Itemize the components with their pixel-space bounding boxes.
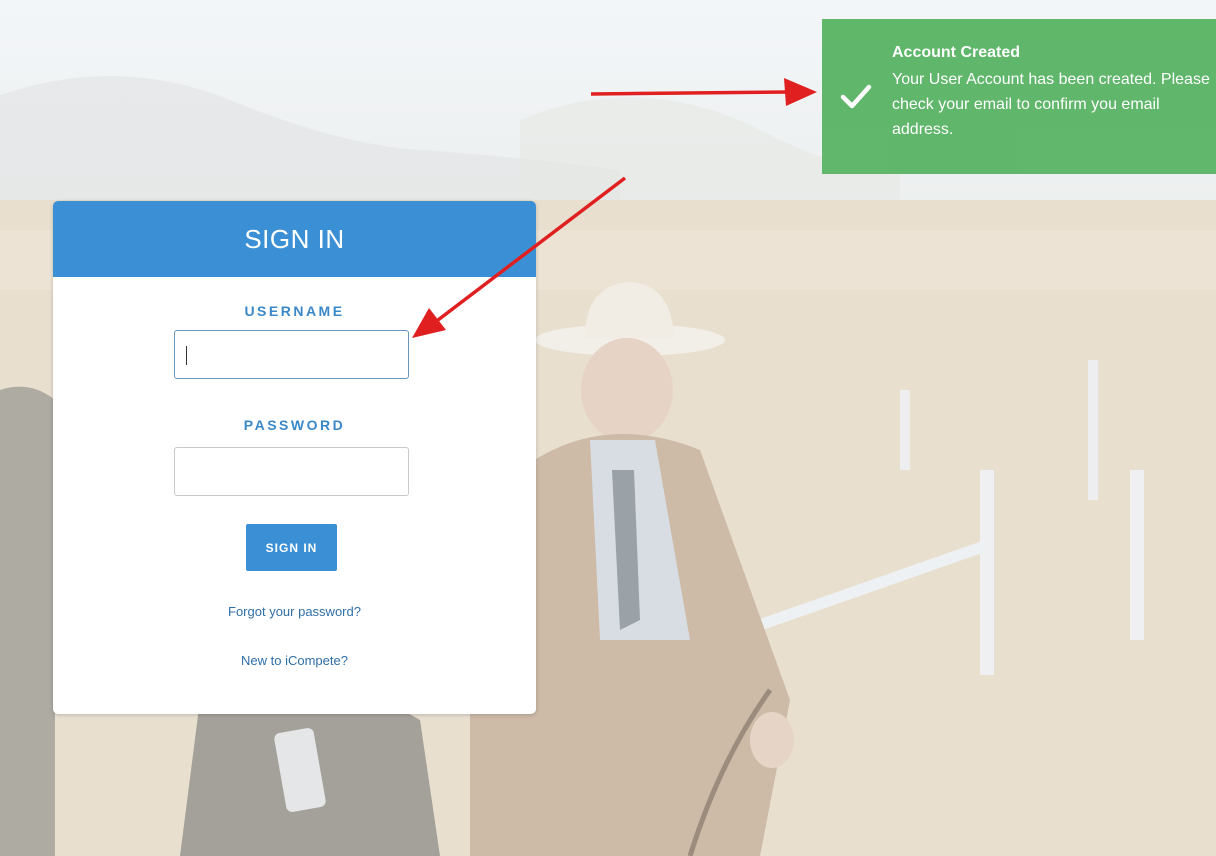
toast-title: Account Created — [892, 44, 1021, 61]
signin-card: SIGN IN USERNAME PASSWORD SIGN IN Forgot… — [53, 201, 536, 714]
password-label: PASSWORD — [243, 417, 346, 433]
account-created-toast[interactable]: Account Created Your User Account has be… — [822, 19, 1216, 174]
username-label: USERNAME — [244, 303, 345, 319]
forgot-password-link[interactable]: Forgot your password? — [53, 604, 536, 619]
signin-title: SIGN IN — [244, 223, 345, 254]
checkmark-icon — [839, 81, 873, 111]
password-field[interactable] — [174, 447, 409, 496]
text-caret — [186, 346, 187, 365]
signin-header: SIGN IN — [53, 201, 536, 277]
signin-button[interactable]: SIGN IN — [246, 524, 337, 571]
username-field[interactable] — [174, 330, 409, 379]
new-user-link[interactable]: New to iCompete? — [53, 653, 536, 668]
login-page: SIGN IN USERNAME PASSWORD SIGN IN Forgot… — [0, 0, 1216, 856]
toast-message: Your User Account has been created. Plea… — [892, 71, 1210, 138]
